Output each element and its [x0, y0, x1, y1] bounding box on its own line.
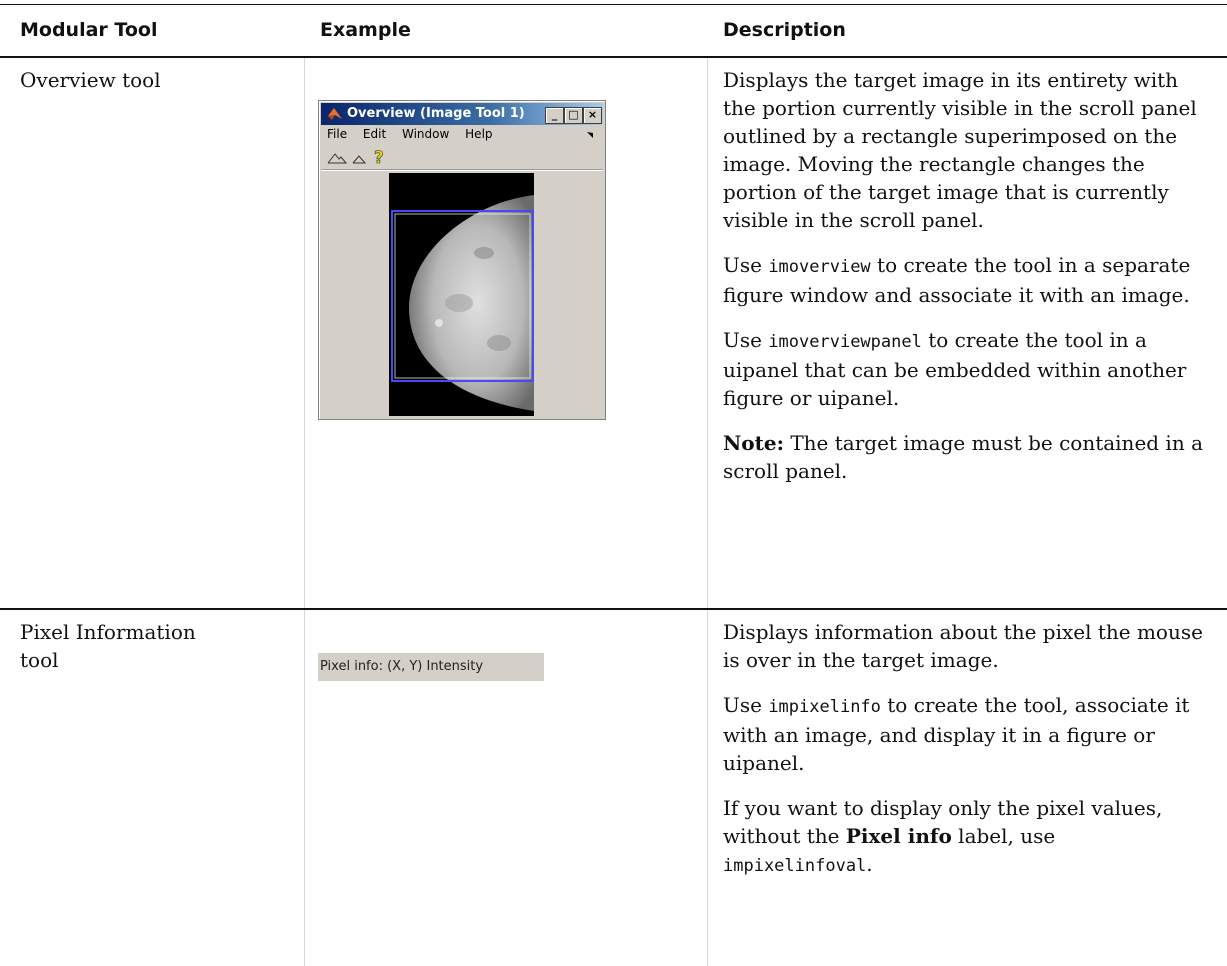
text-span: label, use	[951, 824, 1056, 848]
overview-window-example: Overview (Image Tool 1) _ □ × File Edit …	[318, 100, 606, 420]
menu-file[interactable]: File	[327, 127, 347, 141]
close-button[interactable]: ×	[583, 107, 602, 124]
code-imoverviewpanel: imoverviewpanel	[768, 332, 922, 352]
header-description: Description	[723, 19, 846, 41]
code-impixelinfo: impixelinfo	[768, 697, 881, 717]
text-span: Use	[723, 253, 769, 277]
zoom-out-icon[interactable]	[352, 151, 366, 165]
svg-text:?: ?	[374, 148, 384, 166]
pixel-desc-p2: Use impixelinfo to create the tool, asso…	[723, 691, 1203, 777]
window-title: Overview (Image Tool 1)	[347, 106, 525, 121]
column-divider-2b	[707, 610, 708, 966]
menu-edit[interactable]: Edit	[363, 127, 386, 141]
tool-name-overview: Overview tool	[20, 68, 161, 92]
maximize-button[interactable]: □	[564, 107, 583, 124]
matlab-logo-icon	[328, 108, 342, 120]
header-bottom-rule	[0, 56, 1227, 58]
toolbar-separator	[321, 170, 603, 171]
help-icon[interactable]: ?	[373, 148, 387, 166]
overview-note: Note: The target image must be contained…	[723, 429, 1203, 485]
overview-desc-p3: Use imoverviewpanel to create the tool i…	[723, 326, 1203, 412]
note-text: The target image must be contained in a …	[723, 431, 1203, 483]
overview-desc-p1: Displays the target image in its entiret…	[723, 68, 1197, 232]
dock-arrow-icon[interactable]	[585, 130, 595, 140]
moon-image	[389, 173, 534, 416]
code-impixelinfoval: impixelinfoval	[723, 856, 867, 876]
overview-desc-p2: Use imoverview to create the tool in a s…	[723, 251, 1203, 309]
bold-pixel-info: Pixel info	[845, 824, 952, 848]
pixel-info-example: Pixel info: (X, Y) Intensity	[318, 653, 544, 681]
description-pixel-info: Displays information about the pixel the…	[723, 618, 1203, 897]
minimize-button[interactable]: _	[545, 107, 564, 124]
description-overview: Displays the target image in its entiret…	[723, 66, 1203, 502]
table-top-rule	[0, 4, 1227, 5]
text-span: Use	[723, 693, 769, 717]
window-menubar: File Edit Window Help	[327, 127, 599, 145]
menu-window[interactable]: Window	[402, 127, 449, 141]
header-modular-tool: Modular Tool	[20, 19, 158, 41]
text-span: .	[866, 852, 873, 876]
window-titlebar: Overview (Image Tool 1) _ □ ×	[321, 103, 603, 125]
window-toolbar: ?	[321, 147, 603, 170]
menu-help[interactable]: Help	[465, 127, 492, 141]
pixel-desc-p3: If you want to display only the pixel va…	[723, 794, 1203, 880]
text-span: Use	[723, 328, 769, 352]
column-divider-1	[304, 58, 305, 608]
moon-thumbnail	[391, 195, 534, 411]
tool-name-pixel-info: Pixel Information tool	[20, 620, 196, 672]
code-imoverview: imoverview	[768, 257, 871, 277]
note-label: Note:	[723, 431, 784, 455]
header-example: Example	[320, 19, 411, 41]
row-divider-rule	[0, 608, 1227, 610]
column-divider-1b	[304, 610, 305, 966]
zoom-in-icon[interactable]	[327, 151, 347, 165]
pixel-desc-p1: Displays information about the pixel the…	[723, 620, 1203, 672]
column-divider-2	[707, 58, 708, 608]
